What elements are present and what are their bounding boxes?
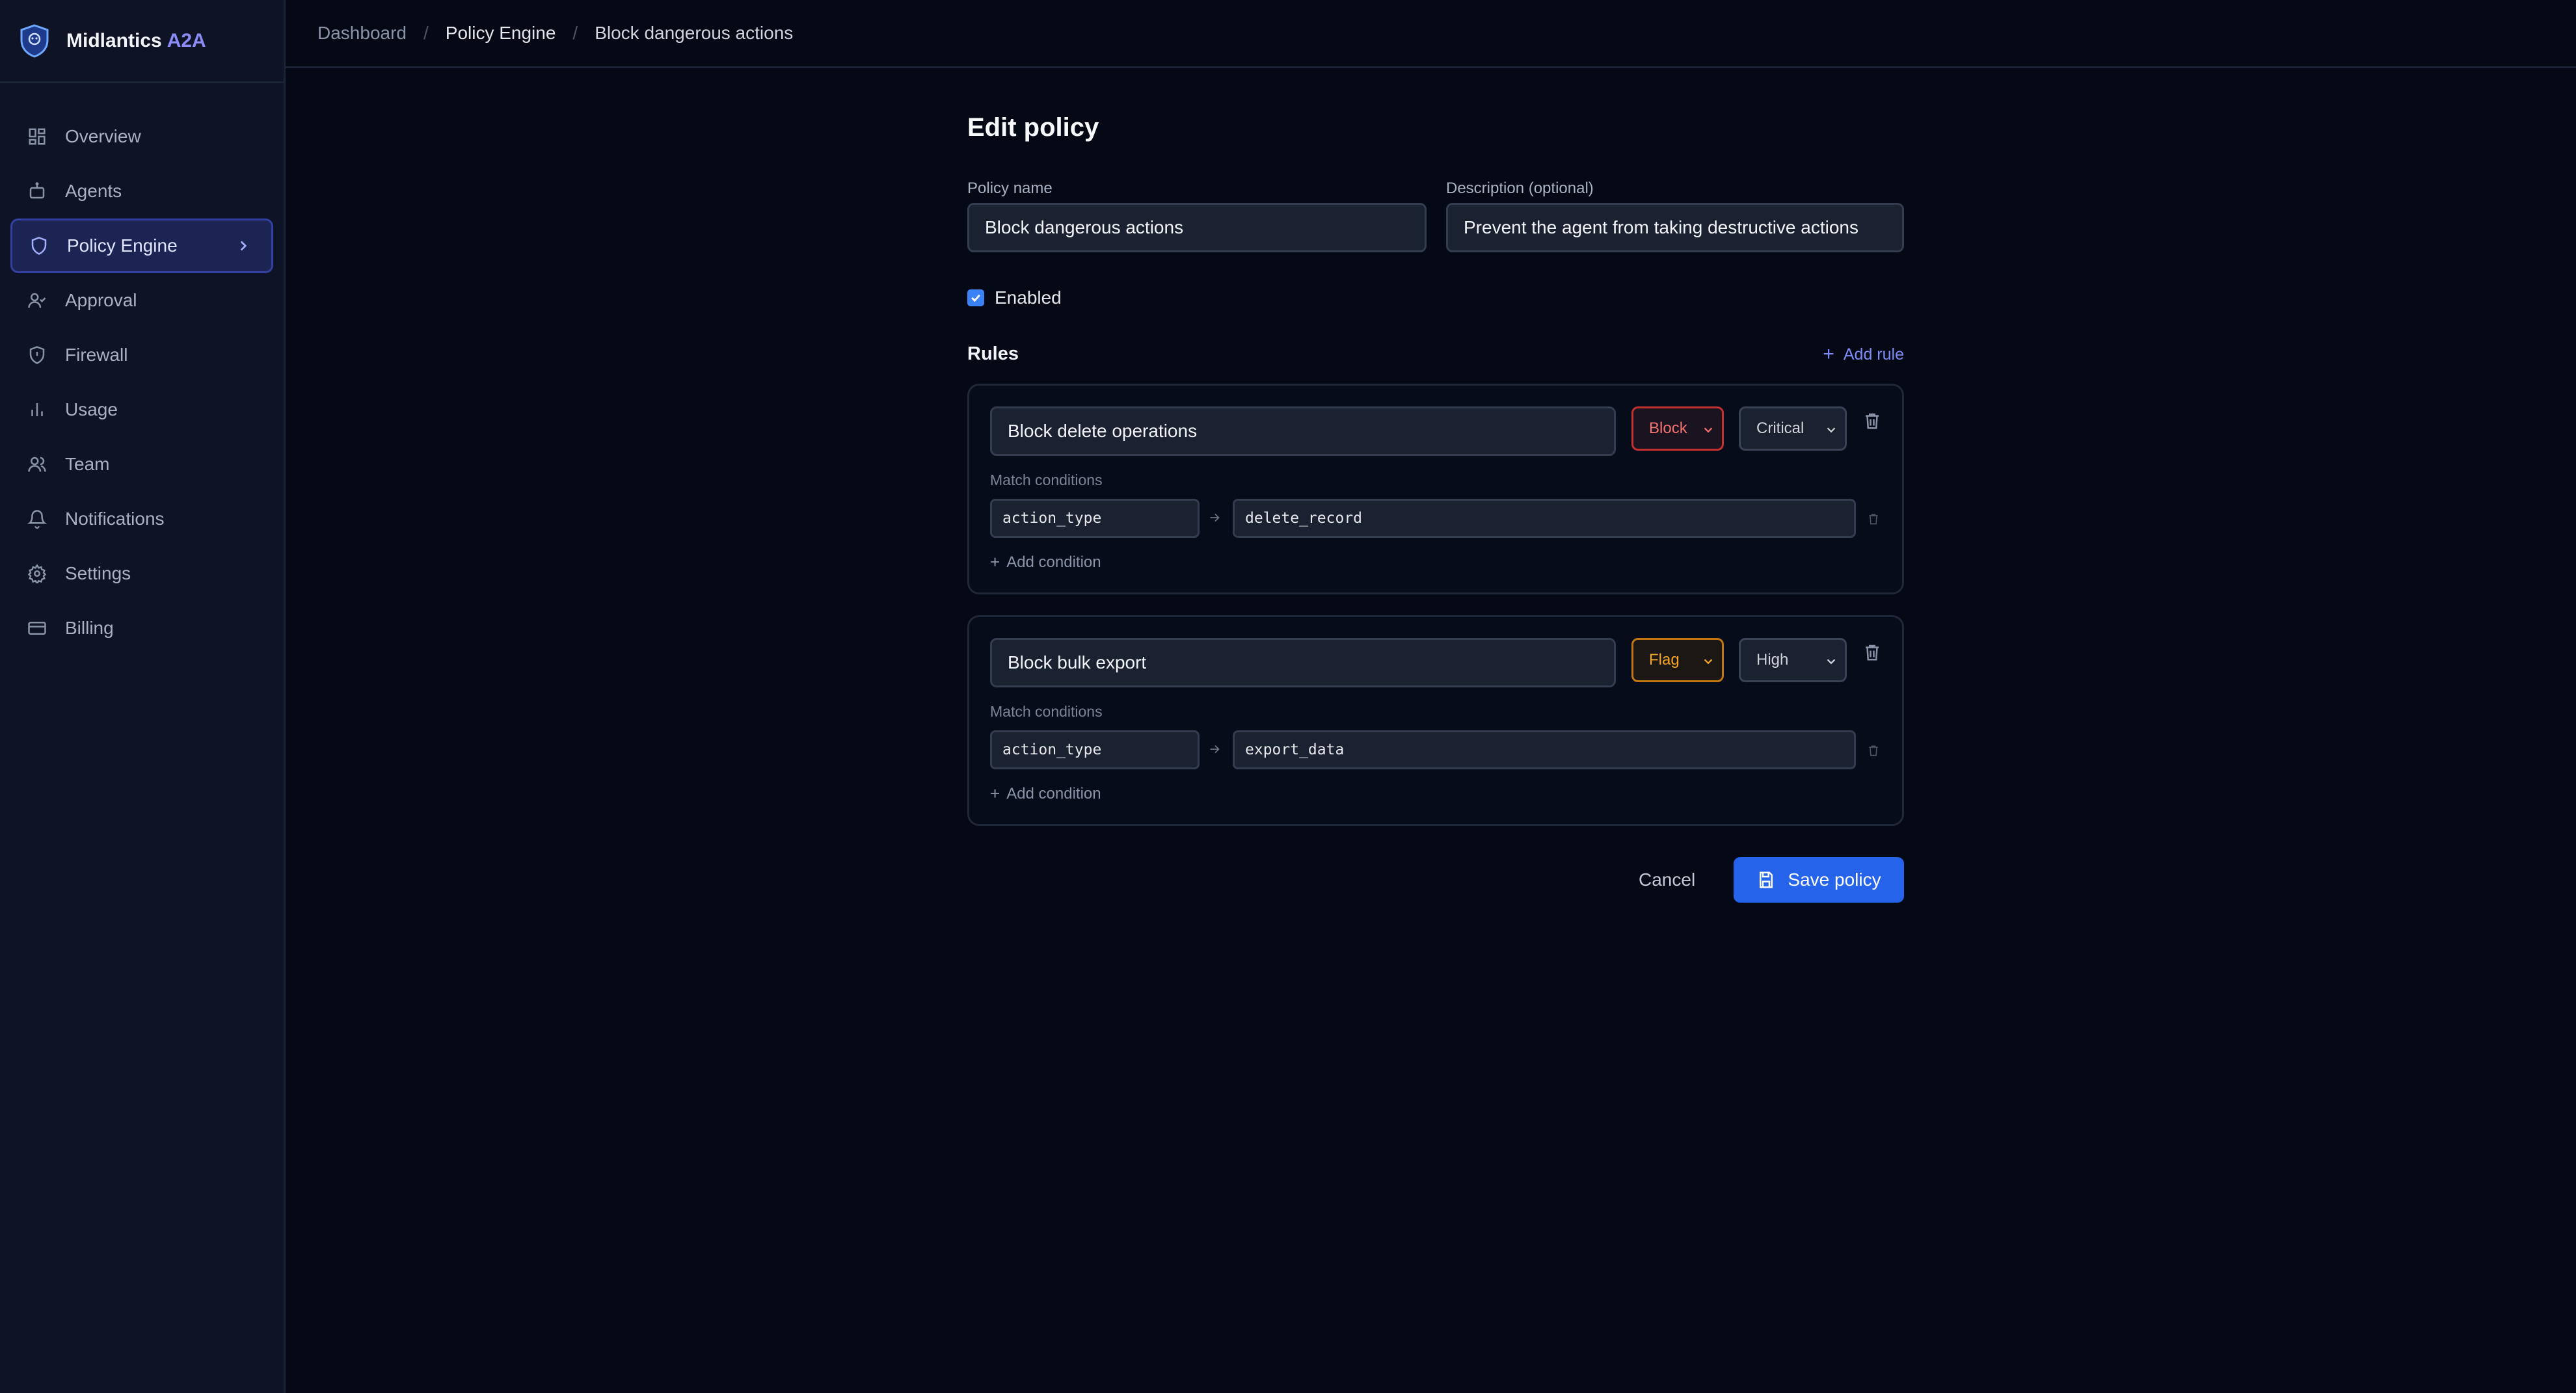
sidebar-item-overview[interactable]: Overview xyxy=(10,109,273,164)
bot-icon xyxy=(26,180,48,202)
grid-icon xyxy=(26,126,48,148)
condition-key-input[interactable]: action_type xyxy=(990,499,1200,538)
breadcrumb-dashboard[interactable]: Dashboard xyxy=(317,23,407,44)
delete-rule-icon[interactable] xyxy=(1862,410,1883,432)
sidebar: Midlantics A2A Overview Agents Policy Eng… xyxy=(0,0,286,1393)
condition-value-input[interactable]: export_data xyxy=(1233,730,1856,769)
condition-value-input[interactable]: delete_record xyxy=(1233,499,1856,538)
condition-key-input[interactable]: action_type xyxy=(990,730,1200,769)
policy-name-label: Policy name xyxy=(967,179,1053,197)
arrow-right-icon xyxy=(1207,511,1223,526)
rule-severity-select[interactable]: High xyxy=(1739,638,1847,682)
gear-icon xyxy=(26,563,48,585)
add-rule-button[interactable]: + Add rule xyxy=(1823,345,1904,364)
enabled-checkbox[interactable] xyxy=(967,289,984,306)
sidebar-item-label: Approval xyxy=(65,290,137,310)
save-policy-button[interactable]: Save policy xyxy=(1734,857,1904,903)
sidebar-item-label: Overview xyxy=(65,126,141,146)
breadcrumb-separator: / xyxy=(423,23,429,43)
shield-logo-icon xyxy=(18,23,51,59)
page-title: Edit policy xyxy=(967,113,1099,142)
shield-icon xyxy=(28,235,50,257)
add-condition-button[interactable]: + Add condition xyxy=(990,784,1101,804)
sidebar-item-firewall[interactable]: Firewall xyxy=(10,328,273,382)
sidebar-item-policy-engine[interactable]: Policy Engine xyxy=(10,219,273,273)
bar-chart-icon xyxy=(26,399,48,421)
chevron-down-icon xyxy=(1824,654,1838,669)
bell-icon xyxy=(26,508,48,530)
chevron-down-icon xyxy=(1701,423,1715,437)
users-icon xyxy=(26,453,48,475)
sidebar-item-usage[interactable]: Usage xyxy=(10,382,273,437)
plus-icon: + xyxy=(990,552,1000,572)
chevron-down-icon xyxy=(1824,423,1838,437)
enabled-label: Enabled xyxy=(995,287,1062,308)
brand[interactable]: Midlantics A2A xyxy=(0,0,284,83)
breadcrumb-current: Block dangerous actions xyxy=(595,23,794,43)
description-label: Description (optional) xyxy=(1446,179,1594,197)
rule-action-select[interactable]: Block xyxy=(1631,406,1724,451)
rule-action-select[interactable]: Flag xyxy=(1631,638,1724,682)
breadcrumb-separator: / xyxy=(572,23,578,43)
chevron-down-icon xyxy=(1701,654,1715,669)
app-name: Midlantics A2A xyxy=(66,29,206,51)
policy-name-input[interactable]: Block dangerous actions xyxy=(967,203,1427,252)
rule-card: Block delete operations Block Critical M… xyxy=(967,384,1904,594)
sidebar-item-label: Team xyxy=(65,454,110,474)
enabled-toggle[interactable]: Enabled xyxy=(967,287,1062,308)
delete-condition-icon[interactable] xyxy=(1867,512,1881,527)
save-icon xyxy=(1760,871,1773,888)
rule-name-input[interactable]: Block bulk export xyxy=(990,638,1616,687)
rule-card: Block bulk export Flag High Match condit… xyxy=(967,615,1904,826)
sidebar-item-label: Usage xyxy=(65,399,118,419)
sidebar-item-billing[interactable]: Billing xyxy=(10,601,273,656)
rule-severity-select[interactable]: Critical xyxy=(1739,406,1847,451)
sidebar-item-label: Settings xyxy=(65,563,131,583)
arrow-right-icon xyxy=(1207,742,1223,758)
match-conditions-label: Match conditions xyxy=(990,471,1103,488)
rule-name-input[interactable]: Block delete operations xyxy=(990,406,1616,456)
sidebar-item-label: Policy Engine xyxy=(67,235,178,256)
user-check-icon xyxy=(26,289,48,312)
check-icon xyxy=(971,294,980,302)
delete-rule-icon[interactable] xyxy=(1862,642,1883,664)
add-condition-button[interactable]: + Add condition xyxy=(990,552,1101,572)
sidebar-nav: Overview Agents Policy Engine Approval F… xyxy=(0,83,284,656)
breadcrumb-policy-engine[interactable]: Policy Engine xyxy=(446,23,556,44)
plus-icon: + xyxy=(1823,343,1834,365)
delete-condition-icon[interactable] xyxy=(1867,743,1881,759)
sidebar-item-agents[interactable]: Agents xyxy=(10,164,273,219)
rules-heading: Rules xyxy=(967,343,1019,364)
sidebar-item-label: Notifications xyxy=(65,509,165,529)
match-conditions-label: Match conditions xyxy=(990,703,1103,720)
sidebar-item-label: Firewall xyxy=(65,345,128,365)
breadcrumb: Dashboard / Policy Engine / Block danger… xyxy=(286,0,2576,68)
cancel-button[interactable]: Cancel xyxy=(1639,857,1695,903)
sidebar-item-settings[interactable]: Settings xyxy=(10,546,273,601)
plus-icon: + xyxy=(990,784,1000,803)
shield-icon xyxy=(26,344,48,366)
credit-card-icon xyxy=(26,617,48,639)
description-input[interactable]: Prevent the agent from taking destructiv… xyxy=(1446,203,1904,252)
sidebar-item-label: Billing xyxy=(65,618,114,638)
sidebar-item-notifications[interactable]: Notifications xyxy=(10,492,273,546)
sidebar-item-team[interactable]: Team xyxy=(10,437,273,492)
sidebar-item-label: Agents xyxy=(65,181,122,201)
chevron-right-icon xyxy=(235,237,252,254)
sidebar-item-approval[interactable]: Approval xyxy=(10,273,273,328)
